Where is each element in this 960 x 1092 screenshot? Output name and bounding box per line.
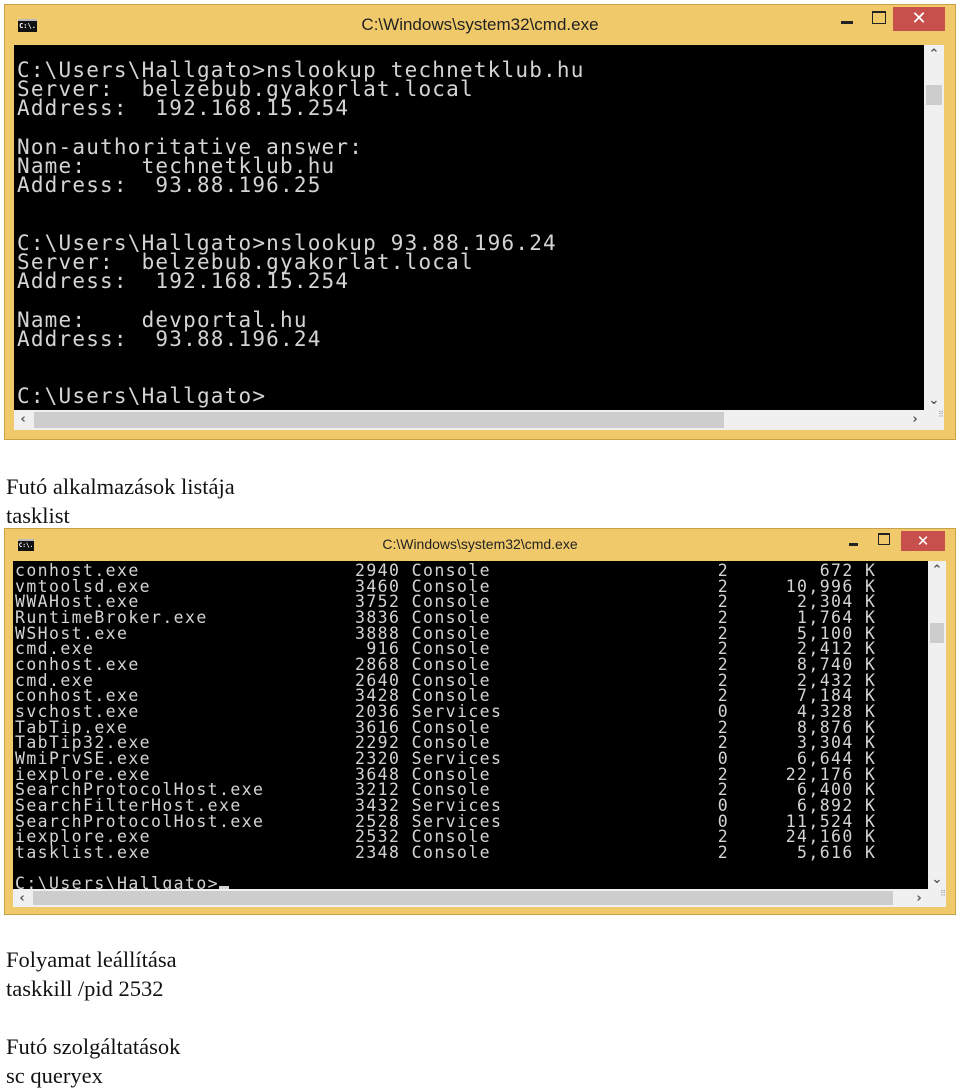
process-row: tasklist.exe 2348 Console 2 5,616 K bbox=[15, 842, 877, 862]
vertical-scrollbar[interactable]: ⌃ ⌄ bbox=[928, 561, 946, 889]
scroll-right-icon[interactable]: › bbox=[906, 410, 924, 430]
maximize-button[interactable] bbox=[863, 7, 893, 31]
vertical-scrollbar[interactable]: ⌃ ⌄ bbox=[924, 45, 944, 410]
window-title: C:\Windows\system32\cmd.exe bbox=[361, 15, 599, 34]
horizontal-scroll-thumb[interactable] bbox=[34, 412, 724, 428]
console-line: Address: 192.168.15.254 bbox=[17, 96, 350, 121]
scroll-up-icon[interactable]: ⌃ bbox=[924, 47, 944, 62]
caption-heading: Futó alkalmazások listája bbox=[6, 474, 235, 499]
vertical-scroll-thumb[interactable] bbox=[926, 85, 942, 105]
caption-taskkill: Folyamat leállítása taskkill /pid 2532 bbox=[6, 945, 177, 1003]
cmd-window-tasklist: C:\. C:\Windows\system32\cmd.exe ✕ conho… bbox=[4, 528, 956, 915]
caption-tasklist: Futó alkalmazások listája tasklist bbox=[6, 472, 235, 530]
scroll-left-icon[interactable]: ‹ bbox=[14, 410, 32, 430]
minimize-button[interactable] bbox=[839, 531, 869, 555]
console-line: Address: 192.168.15.254 bbox=[17, 269, 350, 294]
maximize-button[interactable] bbox=[869, 531, 899, 555]
resize-grip-icon[interactable]: ⠿ bbox=[924, 410, 944, 430]
close-button[interactable]: ✕ bbox=[893, 7, 945, 31]
scroll-right-icon[interactable]: › bbox=[910, 889, 928, 909]
console-output[interactable]: C:\Users\Hallgato>nslookup technetklub.h… bbox=[14, 45, 924, 410]
caption-heading: Futó szolgáltatások bbox=[6, 1034, 181, 1059]
scroll-down-icon[interactable]: ⌄ bbox=[924, 393, 944, 408]
cmd-window-nslookup: C:\. C:\Windows\system32\cmd.exe ✕ C:\Us… bbox=[4, 4, 956, 440]
scroll-left-icon[interactable]: ‹ bbox=[13, 889, 31, 909]
vertical-scroll-thumb[interactable] bbox=[930, 623, 944, 643]
minimize-button[interactable] bbox=[831, 7, 861, 31]
caption-command: sc queryex bbox=[6, 1063, 103, 1088]
title-bar[interactable]: C:\. C:\Windows\system32\cmd.exe ✕ bbox=[5, 529, 955, 561]
console-line: Address: 93.88.196.24 bbox=[17, 326, 322, 351]
console-line: C:\Users\Hallgato> bbox=[17, 384, 267, 409]
close-button[interactable]: ✕ bbox=[901, 531, 945, 551]
scroll-down-icon[interactable]: ⌄ bbox=[928, 872, 946, 887]
console-prompt[interactable]: C:\Users\Hallgato> bbox=[15, 874, 928, 889]
horizontal-scrollbar[interactable]: ‹ › bbox=[13, 889, 928, 907]
caption-command: tasklist bbox=[6, 503, 70, 528]
window-title: C:\Windows\system32\cmd.exe bbox=[382, 536, 578, 552]
caption-command: taskkill /pid 2532 bbox=[6, 976, 164, 1001]
horizontal-scrollbar[interactable]: ‹ › bbox=[14, 410, 924, 430]
prompt-text: C:\Users\Hallgato> bbox=[15, 874, 220, 889]
scroll-up-icon[interactable]: ⌃ bbox=[928, 563, 946, 578]
console-line: Address: 93.88.196.25 bbox=[17, 173, 322, 198]
caption-sc-queryex: Futó szolgáltatások sc queryex bbox=[6, 1032, 180, 1090]
console-output[interactable]: conhost.exe 2940 Console 2 672 Kvmtoolsd… bbox=[13, 561, 928, 889]
caption-heading: Folyamat leállítása bbox=[6, 947, 177, 972]
title-bar[interactable]: C:\. C:\Windows\system32\cmd.exe ✕ bbox=[5, 5, 955, 45]
resize-grip-icon[interactable]: ⠿ bbox=[928, 889, 946, 907]
horizontal-scroll-thumb[interactable] bbox=[33, 891, 893, 905]
